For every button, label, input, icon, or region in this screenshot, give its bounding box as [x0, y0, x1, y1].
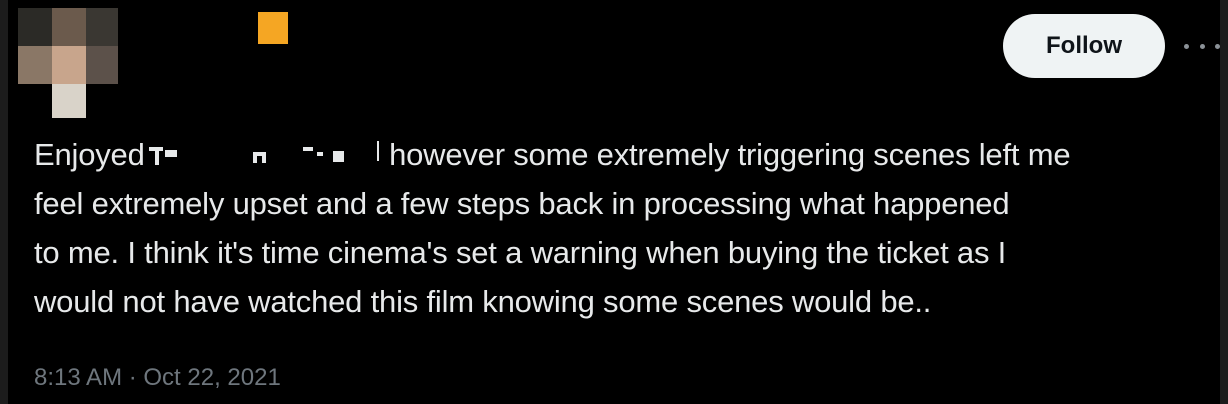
follow-button[interactable]: Follow — [1003, 14, 1165, 78]
tweet-text-line-1: Enjoyed however some extremely triggerin… — [34, 137, 1071, 172]
avatar[interactable] — [18, 8, 118, 118]
redacted-title — [145, 139, 381, 169]
more-horizontal-icon[interactable] — [1184, 34, 1220, 58]
tweet-text-line-3: to me. I think it's time cinema's set a … — [34, 235, 1007, 270]
tweet-timestamp[interactable]: 8:13 AM · Oct 22, 2021 — [34, 364, 281, 392]
tweet-text-line-4: would not have watched this film knowing… — [34, 284, 932, 319]
tweet-text: Enjoyed however some extremely triggerin… — [34, 130, 1214, 326]
tweet-card: Follow Enjoyed however some extremely tr… — [0, 0, 1228, 404]
redacted-name-block — [258, 12, 288, 44]
tweet-text-line-2: feel extremely upset and a few steps bac… — [34, 186, 1010, 221]
